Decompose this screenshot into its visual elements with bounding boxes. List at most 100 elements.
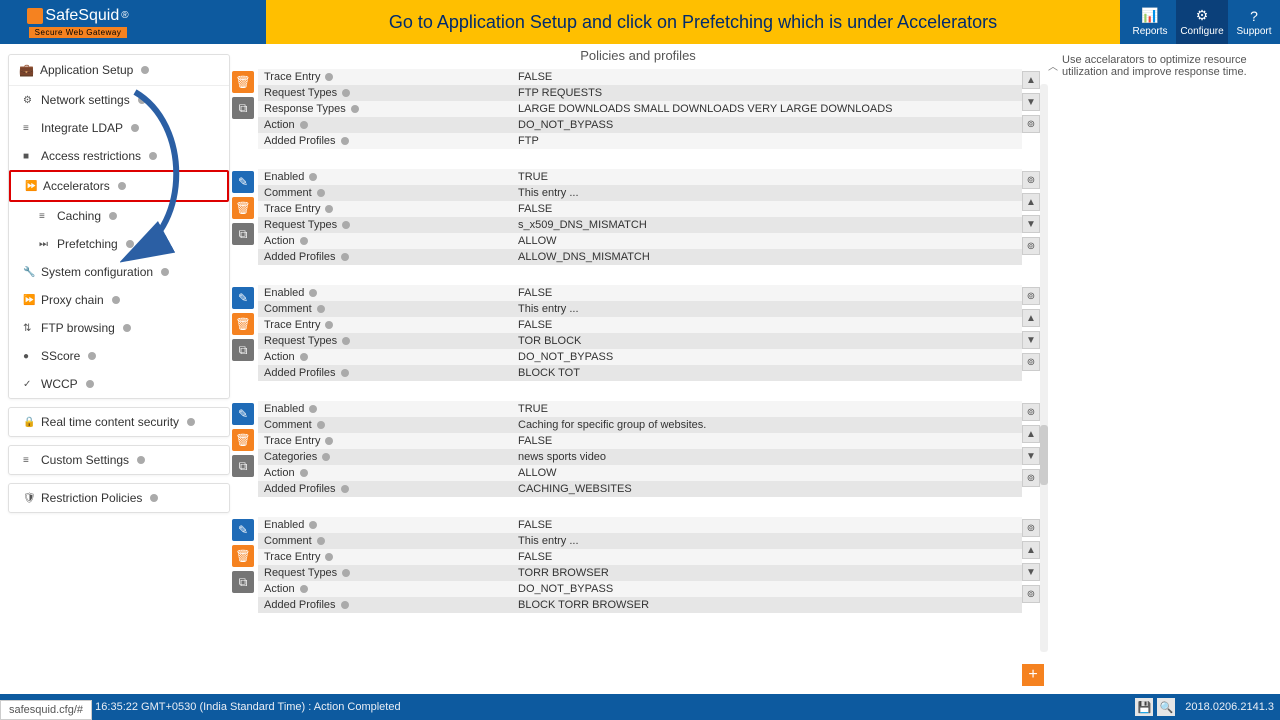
ctrl-button[interactable]: ⊚	[1022, 171, 1040, 189]
policy-row: Enabled TRUE	[258, 169, 1022, 185]
copy-button[interactable]: ⧉	[232, 97, 254, 119]
policy-row: Comment This entry ...	[258, 185, 1022, 201]
ctrl-button[interactable]: ▼	[1022, 563, 1040, 581]
del-button[interactable]: 🗑	[232, 71, 254, 93]
save-icon[interactable]: 💾	[1135, 698, 1153, 716]
policy-row: Action ALLOW	[258, 233, 1022, 249]
info-icon	[342, 89, 350, 97]
ctrl-button[interactable]: ⊚	[1022, 403, 1040, 421]
scroll-thumb[interactable]	[1040, 425, 1048, 485]
del-button[interactable]: 🗑	[232, 545, 254, 567]
sidebar-item-proxy-chain[interactable]: ⏩Proxy chain	[9, 286, 229, 314]
copy-button[interactable]: ⧉	[232, 455, 254, 477]
del-button[interactable]: 🗑	[232, 197, 254, 219]
policy-block: ✎🗑⧉Enabled FALSEComment This entry ...Tr…	[232, 517, 1044, 613]
policy-row: Request Types TOR BLOCK	[258, 333, 1022, 349]
policy-row: Comment This entry ...	[258, 301, 1022, 317]
ctrl-button[interactable]: ⊚	[1022, 353, 1040, 371]
nav-icon: ⇅	[23, 323, 35, 334]
policy-value: Caching for specific group of websites.	[518, 419, 1022, 431]
info-icon	[317, 537, 325, 545]
ctrl-button[interactable]: ⊚	[1022, 115, 1040, 133]
edit-button[interactable]: ✎	[232, 287, 254, 309]
policy-value: TORR BROWSER	[518, 567, 1022, 579]
policy-value: FALSE	[518, 551, 1022, 563]
policy-label: Added Profiles	[258, 251, 518, 263]
nav-icon: ⏭	[39, 239, 51, 250]
ctrl-button[interactable]: ▲	[1022, 541, 1040, 559]
del-button[interactable]: 🗑	[232, 429, 254, 451]
policy-row: Enabled TRUE	[258, 401, 1022, 417]
info-icon	[137, 456, 145, 464]
nav-icon: 🔧	[23, 267, 35, 278]
nav-icon: ⏩	[25, 181, 37, 192]
chevron-up-icon[interactable]: ︿	[1048, 58, 1058, 73]
info-icon	[325, 553, 333, 561]
sidebar-item-sscore[interactable]: ●SScore	[9, 342, 229, 370]
add-policy-button[interactable]: +	[1022, 664, 1044, 686]
policy-value: DO_NOT_BYPASS	[518, 119, 1022, 131]
ctrl-button[interactable]: ▲	[1022, 71, 1040, 89]
logo-text: SafeSquid	[45, 7, 119, 25]
policy-row: Comment Caching for specific group of we…	[258, 417, 1022, 433]
sidebar-item-ftp-browsing[interactable]: ⇅FTP browsing	[9, 314, 229, 342]
copy-button[interactable]: ⧉	[232, 339, 254, 361]
nav-support[interactable]: ?Support	[1228, 0, 1280, 44]
policy-label: Categories	[258, 451, 518, 463]
copy-button[interactable]: ⧉	[232, 223, 254, 245]
policy-row: Added Profiles BLOCK TORR BROWSER	[258, 597, 1022, 613]
ctrl-button[interactable]: ⊚	[1022, 287, 1040, 305]
policy-row: Response Types LARGE DOWNLOADS SMALL DOW…	[258, 101, 1022, 117]
sliders-icon: ≡	[23, 455, 35, 466]
edit-button[interactable]: ✎	[232, 519, 254, 541]
sidebar-custom[interactable]: ≡Custom Settings	[9, 446, 229, 474]
nav-reports[interactable]: 📊Reports	[1124, 0, 1176, 44]
policy-row: Request Types s_x509_DNS_MISMATCH	[258, 217, 1022, 233]
info-icon	[341, 601, 349, 609]
policy-label: Comment	[258, 419, 518, 431]
ctrl-button[interactable]: ⊚	[1022, 519, 1040, 537]
ctrl-button[interactable]: ▼	[1022, 215, 1040, 233]
info-icon	[88, 352, 96, 360]
configure-icon: ⚙	[1196, 7, 1209, 24]
sidebar-rtcs[interactable]: 🔒Real time content security	[9, 408, 229, 436]
policy-label: Action	[258, 235, 518, 247]
ctrl-button[interactable]: ▼	[1022, 93, 1040, 111]
sidebar-restrict[interactable]: 🛡Restriction Policies	[9, 484, 229, 512]
del-button[interactable]: 🗑	[232, 313, 254, 335]
sidebar-app-setup[interactable]: 💼 Application Setup	[9, 55, 229, 86]
sidebar-item-wccp[interactable]: ✓WCCP	[9, 370, 229, 398]
info-icon	[112, 296, 120, 304]
ctrl-button[interactable]: ⊚	[1022, 237, 1040, 255]
ctrl-button[interactable]: ⊚	[1022, 585, 1040, 603]
info-icon	[325, 73, 333, 81]
policy-value: TRUE	[518, 171, 1022, 183]
ctrl-button[interactable]: ⊚	[1022, 469, 1040, 487]
scrollbar[interactable]	[1040, 84, 1048, 652]
ctrl-button[interactable]: ▼	[1022, 331, 1040, 349]
edit-button[interactable]: ✎	[232, 171, 254, 193]
ctrl-button[interactable]: ▲	[1022, 309, 1040, 327]
policy-label: Action	[258, 351, 518, 363]
policy-value: FALSE	[518, 435, 1022, 447]
policy-row: Action DO_NOT_BYPASS	[258, 349, 1022, 365]
ctrl-button[interactable]: ▲	[1022, 193, 1040, 211]
policy-row: Request Types TORR BROWSER	[258, 565, 1022, 581]
main-panel: Policies and profiles 🗑⧉Trace Entry FALS…	[230, 44, 1050, 692]
policy-label: Trace Entry	[258, 435, 518, 447]
ctrl-button[interactable]: ▲	[1022, 425, 1040, 443]
search-icon[interactable]: 🔍	[1157, 698, 1175, 716]
policy-label: Action	[258, 583, 518, 595]
copy-button[interactable]: ⧉	[232, 571, 254, 593]
policy-value: FALSE	[518, 287, 1022, 299]
policy-label: Comment	[258, 187, 518, 199]
info-icon	[309, 173, 317, 181]
nav-configure[interactable]: ⚙Configure	[1176, 0, 1228, 44]
policy-row: Trace Entry FALSE	[258, 433, 1022, 449]
policy-row: Action DO_NOT_BYPASS	[258, 581, 1022, 597]
edit-button[interactable]: ✎	[232, 403, 254, 425]
info-icon	[109, 212, 117, 220]
info-icon	[141, 66, 149, 74]
policy-value: This entry ...	[518, 187, 1022, 199]
ctrl-button[interactable]: ▼	[1022, 447, 1040, 465]
